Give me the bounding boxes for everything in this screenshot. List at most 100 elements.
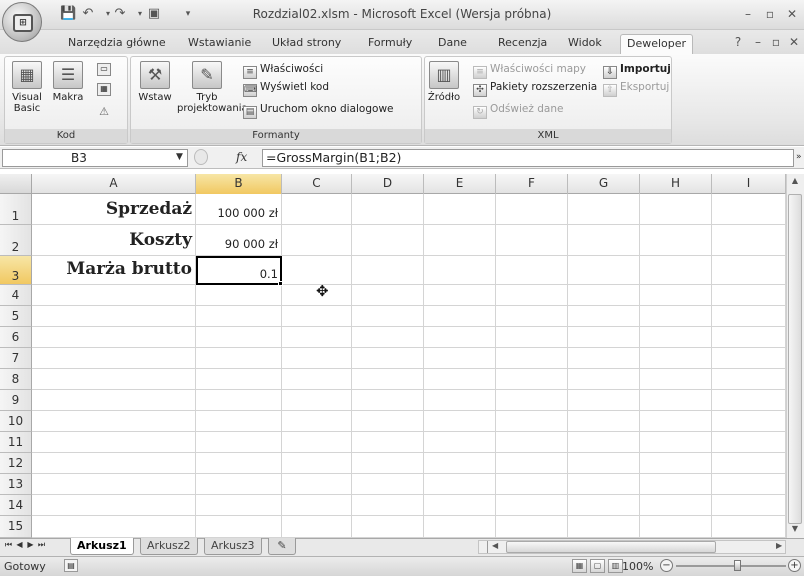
tab-page-layout[interactable]: Układ strony [266,34,347,54]
row-header-11[interactable]: 11 [0,432,32,453]
row-header-6[interactable]: 6 [0,327,32,348]
macros-button[interactable]: ☰ Makra [50,61,86,103]
row-header-7[interactable]: 7 [0,348,32,369]
export-button[interactable]: ⇧ Eksportuj [603,79,669,97]
row-header-5[interactable]: 5 [0,306,32,327]
ribbon-restore-icon[interactable]: ▫ [768,34,784,50]
macro-security-icon[interactable]: ⚠ [97,105,111,118]
tab-view[interactable]: Widok [562,34,608,54]
fill-handle[interactable] [278,281,283,286]
help-icon[interactable]: ? [730,34,746,50]
row-header-9[interactable]: 9 [0,390,32,411]
restore-icon[interactable]: ▫ [762,6,778,22]
visual-basic-button[interactable]: ▦ Visual Basic [8,61,46,114]
cell-B1[interactable]: 100 000 zł [196,194,282,225]
zoom-slider-thumb[interactable] [734,560,741,571]
normal-view-icon[interactable]: ▦ [572,559,587,573]
tab-developer[interactable]: Deweloper [620,34,694,54]
chevron-down-icon[interactable]: ▼ [176,152,183,162]
row-header-13[interactable]: 13 [0,474,32,495]
cell-B2[interactable]: 90 000 zł [196,225,282,256]
refresh-data-label: Odśwież dane [490,103,564,115]
map-properties-button[interactable]: ≡ Właściwości mapy [473,61,586,79]
formula-input[interactable]: =GrossMargin(B1;B2) [262,149,794,167]
row-header-10[interactable]: 10 [0,411,32,432]
row-header-15[interactable]: 15 [0,516,32,538]
column-header-F[interactable]: F [496,174,568,194]
tab-split-handle[interactable] [480,541,488,553]
ribbon-close-icon[interactable]: ✕ [786,34,802,50]
export-icon: ⇧ [603,84,617,97]
next-sheet-icon[interactable]: ▶ [26,540,35,549]
page-break-view-icon[interactable]: ▥ [608,559,623,573]
row-header-2[interactable]: 2 [0,225,32,256]
close-icon[interactable]: ✕ [784,6,800,22]
properties-icon: ≡ [243,66,257,79]
prev-sheet-icon[interactable]: ◀ [15,540,24,549]
run-dialog-icon: ▤ [243,106,257,119]
column-header-A[interactable]: A [32,174,196,194]
refresh-data-button[interactable]: ↻ Odśwież dane [473,101,563,119]
sheet-tab-arkusz2[interactable]: Arkusz2 [140,538,198,555]
record-macro-status-icon[interactable]: ▤ [64,559,78,572]
zoom-out-icon[interactable]: − [660,559,673,572]
insert-sheet-icon[interactable]: ✎ [268,538,296,555]
column-header-I[interactable]: I [712,174,786,194]
minimize-icon[interactable]: – [740,6,756,22]
tab-home[interactable]: Narzędzia główne [62,34,172,54]
row-header-4[interactable]: 4 [0,285,32,306]
column-header-H[interactable]: H [640,174,712,194]
row-header-8[interactable]: 8 [0,369,32,390]
properties-button[interactable]: ≡ Właściwości [243,61,323,79]
scroll-right-icon[interactable]: ▶ [776,541,782,550]
tab-insert[interactable]: Wstawianie [182,34,257,54]
expansion-packs-button[interactable]: ✣ Pakiety rozszerzenia [473,79,597,97]
sheet-tab-arkusz3[interactable]: Arkusz3 [204,538,262,555]
ribbon-minimize-icon[interactable]: – [750,34,766,50]
zoom-slider[interactable] [676,565,786,567]
row-header-14[interactable]: 14 [0,495,32,516]
tab-data[interactable]: Dane [432,34,473,54]
cell-A3[interactable]: Marża brutto [32,256,196,285]
scroll-left-icon[interactable]: ◀ [492,541,498,550]
relative-refs-icon[interactable]: ▦ [97,83,111,96]
zoom-in-icon[interactable]: + [788,559,801,572]
row-header-1[interactable]: 1 [0,194,32,225]
expand-formula-icon[interactable]: » [796,152,802,162]
group-xml: ▥ Źródło ≡ Właściwości mapy ✣ Pakiety rozs… [424,56,672,144]
column-header-G[interactable]: G [568,174,640,194]
column-header-B[interactable]: B [196,174,282,194]
run-dialog-button[interactable]: ▤ Uruchom okno dialogowe [243,101,394,119]
first-sheet-icon[interactable]: ⏮ [4,540,13,550]
scroll-up-icon[interactable]: ▲ [788,176,802,192]
row-header-12[interactable]: 12 [0,453,32,474]
vertical-scroll-thumb[interactable] [788,194,802,524]
scroll-down-icon[interactable]: ▼ [788,524,802,538]
row-header-3[interactable]: 3 [0,256,32,285]
select-all-button[interactable] [0,174,32,194]
cell-A1[interactable]: Sprzedaż [32,194,196,225]
cell-A2[interactable]: Koszty [32,225,196,256]
horizontal-scroll-thumb[interactable] [506,541,716,553]
import-button[interactable]: ⇩ Importuj [603,61,671,79]
sheet-tab-arkusz1[interactable]: Arkusz1 [70,538,134,555]
column-header-E[interactable]: E [424,174,496,194]
office-button[interactable]: ⊞ [2,2,42,42]
formula-bar-divider-icon [194,149,208,165]
design-mode-button[interactable]: ✎ Tryb projektowania [177,61,248,114]
last-sheet-icon[interactable]: ⏭ [37,540,46,550]
insert-function-icon[interactable]: fx [236,150,247,164]
xml-source-button[interactable]: ▥ Źródło [427,61,461,103]
column-gridline [423,194,424,538]
page-layout-view-icon[interactable]: ▢ [590,559,605,573]
record-macro-icon[interactable]: ▭ [97,63,111,76]
column-header-C[interactable]: C [282,174,352,194]
tab-review[interactable]: Recenzja [492,34,553,54]
insert-control-button[interactable]: ⚒ Wstaw [135,61,175,103]
view-code-button[interactable]: ⌨ Wyświetl kod [243,79,329,97]
column-header-D[interactable]: D [352,174,424,194]
zoom-level[interactable]: 100% [622,560,653,573]
design-mode-icon: ✎ [192,61,222,89]
name-box[interactable]: B3 [2,149,188,167]
tab-formulas[interactable]: Formuły [362,34,418,54]
